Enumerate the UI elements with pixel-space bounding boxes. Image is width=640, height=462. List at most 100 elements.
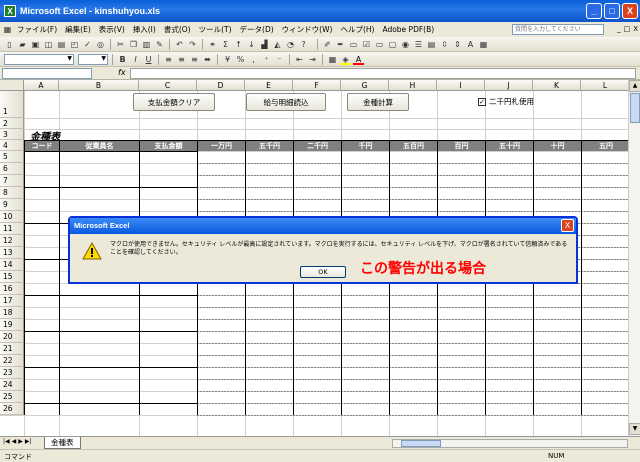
- cut-icon[interactable]: ✂: [115, 39, 126, 50]
- row-header-16[interactable]: 16: [0, 283, 24, 295]
- load-payslip-button[interactable]: 給与明細読込: [246, 93, 326, 111]
- paste-icon[interactable]: ▥: [141, 39, 152, 50]
- last-sheet-icon[interactable]: ▶|: [25, 438, 32, 445]
- font-size-combo[interactable]: [78, 53, 108, 65]
- menu-data[interactable]: データ(D): [236, 24, 278, 35]
- column-header-b[interactable]: B: [59, 80, 139, 91]
- menu-window[interactable]: ウィンドウ(W): [278, 24, 337, 35]
- row-header-1[interactable]: 1: [0, 91, 24, 118]
- increase-decimal-icon[interactable]: ⁺: [261, 54, 272, 65]
- button-control-icon[interactable]: ▢: [387, 39, 398, 50]
- menu-tools[interactable]: ツール(T): [195, 24, 236, 35]
- spelling-icon[interactable]: ✓: [82, 39, 93, 50]
- scrollbar-control-icon[interactable]: ⇳: [439, 39, 450, 50]
- workbook-icon[interactable]: ▦: [2, 24, 13, 35]
- help-search-input[interactable]: 質問を入力してください: [512, 24, 604, 35]
- option-control-icon[interactable]: ◉: [400, 39, 411, 50]
- borders-icon[interactable]: ▦: [327, 54, 338, 65]
- maximize-button[interactable]: □: [604, 3, 620, 19]
- align-center-icon[interactable]: ≡: [176, 54, 187, 65]
- align-right-icon[interactable]: ≡: [189, 54, 200, 65]
- save-icon[interactable]: ▣: [30, 39, 41, 50]
- vertical-scrollbar[interactable]: ▲ ▼: [628, 80, 640, 436]
- preview-icon[interactable]: ◰: [69, 39, 80, 50]
- two-thousand-yen-checkbox[interactable]: ✓ 二千円札使用: [478, 96, 534, 107]
- row-header-20[interactable]: 20: [0, 331, 24, 343]
- row-header-6[interactable]: 6: [0, 163, 24, 175]
- autosum-icon[interactable]: Σ: [220, 39, 231, 50]
- row-header-13[interactable]: 13: [0, 247, 24, 259]
- row-header-26[interactable]: 26: [0, 403, 24, 415]
- bold-icon[interactable]: B: [117, 54, 128, 65]
- new-icon[interactable]: ▯: [4, 39, 15, 50]
- sort-desc-icon[interactable]: ↓: [246, 39, 257, 50]
- row-header-21[interactable]: 21: [0, 343, 24, 355]
- decrease-decimal-icon[interactable]: ⁻: [274, 54, 285, 65]
- dialog-close-button[interactable]: X: [561, 219, 574, 232]
- increase-indent-icon[interactable]: ⇥: [307, 54, 318, 65]
- label-control-icon[interactable]: A: [465, 39, 476, 50]
- row-header-18[interactable]: 18: [0, 307, 24, 319]
- row-header-9[interactable]: 9: [0, 199, 24, 211]
- row-header-7[interactable]: 7: [0, 175, 24, 187]
- next-sheet-icon[interactable]: ▶: [18, 438, 23, 445]
- formula-input[interactable]: [130, 68, 636, 79]
- column-header-j[interactable]: J: [485, 80, 533, 91]
- menu-edit[interactable]: 編集(E): [61, 24, 95, 35]
- denomination-calc-button[interactable]: 金種計算: [347, 93, 409, 111]
- print-icon[interactable]: ▤: [56, 39, 67, 50]
- h-scroll-thumb[interactable]: [401, 440, 441, 447]
- checkbox-checked-icon[interactable]: ✓: [478, 97, 486, 106]
- menu-file[interactable]: ファイル(F): [13, 24, 61, 35]
- combo-control-icon[interactable]: ▤: [426, 39, 437, 50]
- fill-color-icon[interactable]: ◈: [340, 54, 351, 65]
- horizontal-scrollbar[interactable]: [392, 439, 628, 448]
- spinner-control-icon[interactable]: ⇕: [452, 39, 463, 50]
- row-header-4[interactable]: 4: [0, 140, 24, 151]
- minimize-button[interactable]: _: [586, 3, 602, 19]
- group-control-icon[interactable]: ▦: [478, 39, 489, 50]
- row-header-10[interactable]: 10: [0, 211, 24, 223]
- row-header-5[interactable]: 5: [0, 151, 24, 163]
- prev-sheet-icon[interactable]: ◀: [12, 438, 17, 445]
- italic-icon[interactable]: I: [130, 54, 141, 65]
- undo-icon[interactable]: ↶: [174, 39, 185, 50]
- column-header-h[interactable]: H: [389, 80, 437, 91]
- menu-adobe-pdf[interactable]: Adobe PDF(B): [378, 25, 438, 34]
- row-header-25[interactable]: 25: [0, 391, 24, 403]
- name-box[interactable]: [2, 68, 92, 79]
- column-header-a[interactable]: A: [24, 80, 59, 91]
- shape-icon[interactable]: ▭: [348, 39, 359, 50]
- row-header-17[interactable]: 17: [0, 295, 24, 307]
- textbox-control-icon[interactable]: ▭: [374, 39, 385, 50]
- currency-icon[interactable]: ¥: [222, 54, 233, 65]
- pen-icon[interactable]: ✒: [335, 39, 346, 50]
- drawing-icon[interactable]: ◭: [272, 39, 283, 50]
- doc-minimize-button[interactable]: _: [617, 25, 621, 33]
- column-header-k[interactable]: K: [533, 80, 581, 91]
- zoom-icon[interactable]: ◔: [285, 39, 296, 50]
- row-header-8[interactable]: 8: [0, 187, 24, 199]
- sheet-tab-active[interactable]: 金種表: [44, 437, 81, 449]
- first-sheet-icon[interactable]: |◀: [3, 438, 10, 445]
- menu-help[interactable]: ヘルプ(H): [336, 24, 378, 35]
- row-header-12[interactable]: 12: [0, 235, 24, 247]
- close-button[interactable]: X: [622, 3, 638, 19]
- column-header-l[interactable]: L: [581, 80, 628, 91]
- draw-table-icon[interactable]: ✐: [322, 39, 333, 50]
- underline-icon[interactable]: U: [143, 54, 154, 65]
- row-header-11[interactable]: 11: [0, 223, 24, 235]
- percent-icon[interactable]: %: [235, 54, 246, 65]
- help-icon[interactable]: ?: [298, 39, 309, 50]
- row-header-15[interactable]: 15: [0, 271, 24, 283]
- menu-format[interactable]: 書式(O): [160, 24, 195, 35]
- copy-icon[interactable]: ❐: [128, 39, 139, 50]
- chart-wizard-icon[interactable]: ▟: [259, 39, 270, 50]
- row-header-19[interactable]: 19: [0, 319, 24, 331]
- checkbox-control-icon[interactable]: ☑: [361, 39, 372, 50]
- font-color-icon[interactable]: A: [353, 54, 364, 65]
- scroll-thumb[interactable]: [630, 93, 640, 123]
- comma-icon[interactable]: ,: [248, 54, 259, 65]
- permission-icon[interactable]: ◫: [43, 39, 54, 50]
- column-header-d[interactable]: D: [197, 80, 245, 91]
